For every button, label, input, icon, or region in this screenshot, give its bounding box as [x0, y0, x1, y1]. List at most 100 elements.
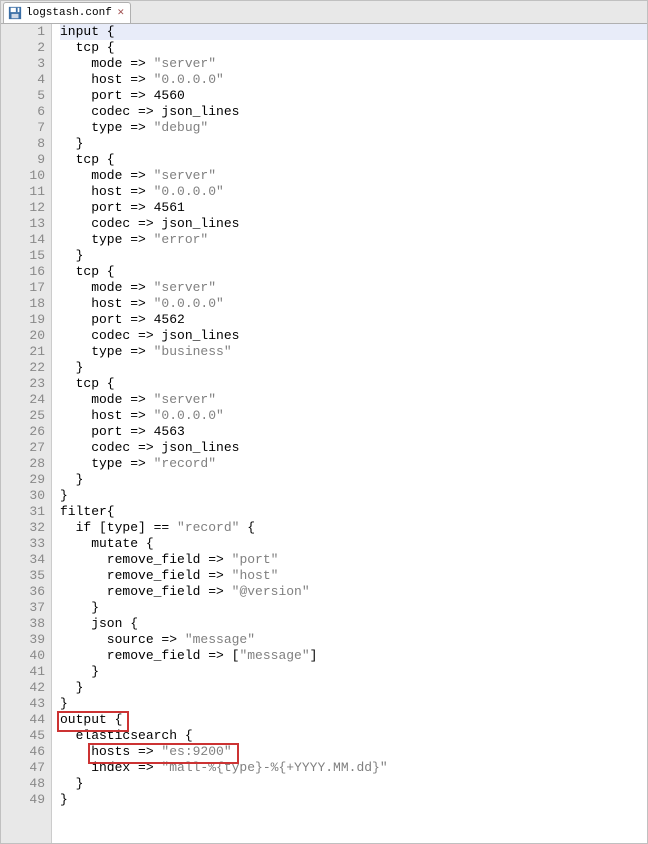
code-token: }: [60, 136, 83, 151]
code-line[interactable]: }: [60, 600, 647, 616]
file-tab[interactable]: logstash.conf ✕: [3, 2, 131, 23]
code-token: }: [60, 792, 68, 807]
line-number: 8: [1, 136, 45, 152]
code-line[interactable]: remove_field => "host": [60, 568, 647, 584]
code-line[interactable]: type => "debug": [60, 120, 647, 136]
string-token: "debug": [154, 120, 209, 135]
code-line[interactable]: port => 4562: [60, 312, 647, 328]
code-token: filter{: [60, 504, 115, 519]
code-line[interactable]: input {: [60, 24, 647, 40]
line-number: 6: [1, 104, 45, 120]
code-line[interactable]: source => "message": [60, 632, 647, 648]
code-token: json {: [60, 616, 138, 631]
string-token: "record": [154, 456, 216, 471]
code-line[interactable]: elasticsearch {: [60, 728, 647, 744]
code-line[interactable]: type => "record": [60, 456, 647, 472]
code-line[interactable]: mode => "server": [60, 56, 647, 72]
line-number: 43: [1, 696, 45, 712]
code-line[interactable]: }: [60, 472, 647, 488]
code-line[interactable]: tcp {: [60, 40, 647, 56]
code-line[interactable]: mode => "server": [60, 280, 647, 296]
code-line[interactable]: codec => json_lines: [60, 104, 647, 120]
tab-bar: logstash.conf ✕: [1, 1, 647, 24]
code-line[interactable]: tcp {: [60, 376, 647, 392]
code-token: if [type] ==: [60, 520, 177, 535]
code-line[interactable]: hosts => "es:9200": [60, 744, 647, 760]
code-line[interactable]: port => 4560: [60, 88, 647, 104]
code-token: mode =>: [60, 168, 154, 183]
code-line[interactable]: codec => json_lines: [60, 216, 647, 232]
code-line[interactable]: remove_field => "@version": [60, 584, 647, 600]
code-line[interactable]: port => 4561: [60, 200, 647, 216]
code-line[interactable]: tcp {: [60, 264, 647, 280]
code-line[interactable]: }: [60, 360, 647, 376]
code-line[interactable]: mode => "server": [60, 392, 647, 408]
code-line[interactable]: type => "error": [60, 232, 647, 248]
code-line[interactable]: filter{: [60, 504, 647, 520]
code-line[interactable]: if [type] == "record" {: [60, 520, 647, 536]
code-line[interactable]: }: [60, 792, 647, 808]
line-number: 26: [1, 424, 45, 440]
code-token: host =>: [60, 408, 154, 423]
code-line[interactable]: codec => json_lines: [60, 440, 647, 456]
code-line[interactable]: }: [60, 248, 647, 264]
code-line[interactable]: }: [60, 776, 647, 792]
code-line[interactable]: json {: [60, 616, 647, 632]
code-token: }: [60, 472, 83, 487]
line-number: 23: [1, 376, 45, 392]
code-token: }: [60, 600, 99, 615]
line-number: 36: [1, 584, 45, 600]
string-token: "0.0.0.0": [154, 296, 224, 311]
code-token: remove_field =>: [60, 568, 232, 583]
line-number: 37: [1, 600, 45, 616]
code-line[interactable]: host => "0.0.0.0": [60, 184, 647, 200]
line-number: 22: [1, 360, 45, 376]
line-number: 15: [1, 248, 45, 264]
string-token: "server": [154, 56, 216, 71]
line-number: 5: [1, 88, 45, 104]
code-line[interactable]: port => 4563: [60, 424, 647, 440]
code-line[interactable]: remove_field => "port": [60, 552, 647, 568]
string-token: "server": [154, 280, 216, 295]
string-token: "@version": [232, 584, 310, 599]
close-icon[interactable]: ✕: [116, 8, 126, 18]
code-line[interactable]: tcp {: [60, 152, 647, 168]
line-number: 1: [1, 24, 45, 40]
code-token: type =>: [60, 120, 154, 135]
code-line[interactable]: host => "0.0.0.0": [60, 408, 647, 424]
code-token: host =>: [60, 184, 154, 199]
code-line[interactable]: codec => json_lines: [60, 328, 647, 344]
code-line[interactable]: host => "0.0.0.0": [60, 296, 647, 312]
code-line[interactable]: }: [60, 696, 647, 712]
line-number: 3: [1, 56, 45, 72]
line-number: 10: [1, 168, 45, 184]
code-line[interactable]: mode => "server": [60, 168, 647, 184]
line-number: 47: [1, 760, 45, 776]
code-line[interactable]: }: [60, 664, 647, 680]
code-token: mode =>: [60, 56, 154, 71]
code-content[interactable]: input { tcp { mode => "server" host => "…: [52, 24, 647, 843]
code-line[interactable]: }: [60, 136, 647, 152]
code-token: }: [60, 696, 68, 711]
line-number: 4: [1, 72, 45, 88]
code-token: }: [60, 664, 99, 679]
line-number: 24: [1, 392, 45, 408]
code-token: codec => json_lines: [60, 104, 239, 119]
line-number: 21: [1, 344, 45, 360]
editor-area[interactable]: 1234567891011121314151617181920212223242…: [1, 24, 647, 843]
code-line[interactable]: output {: [60, 712, 647, 728]
code-line[interactable]: }: [60, 488, 647, 504]
line-number: 19: [1, 312, 45, 328]
line-number: 45: [1, 728, 45, 744]
code-token: mutate {: [60, 536, 154, 551]
line-number: 44: [1, 712, 45, 728]
code-line[interactable]: type => "business": [60, 344, 647, 360]
code-line[interactable]: mutate {: [60, 536, 647, 552]
code-line[interactable]: index => "mall-%{type}-%{+YYYY.MM.dd}": [60, 760, 647, 776]
code-token: port => 4561: [60, 200, 185, 215]
code-line[interactable]: remove_field => ["message"]: [60, 648, 647, 664]
code-line[interactable]: host => "0.0.0.0": [60, 72, 647, 88]
code-line[interactable]: }: [60, 680, 647, 696]
code-token: output {: [60, 712, 122, 727]
line-number: 11: [1, 184, 45, 200]
